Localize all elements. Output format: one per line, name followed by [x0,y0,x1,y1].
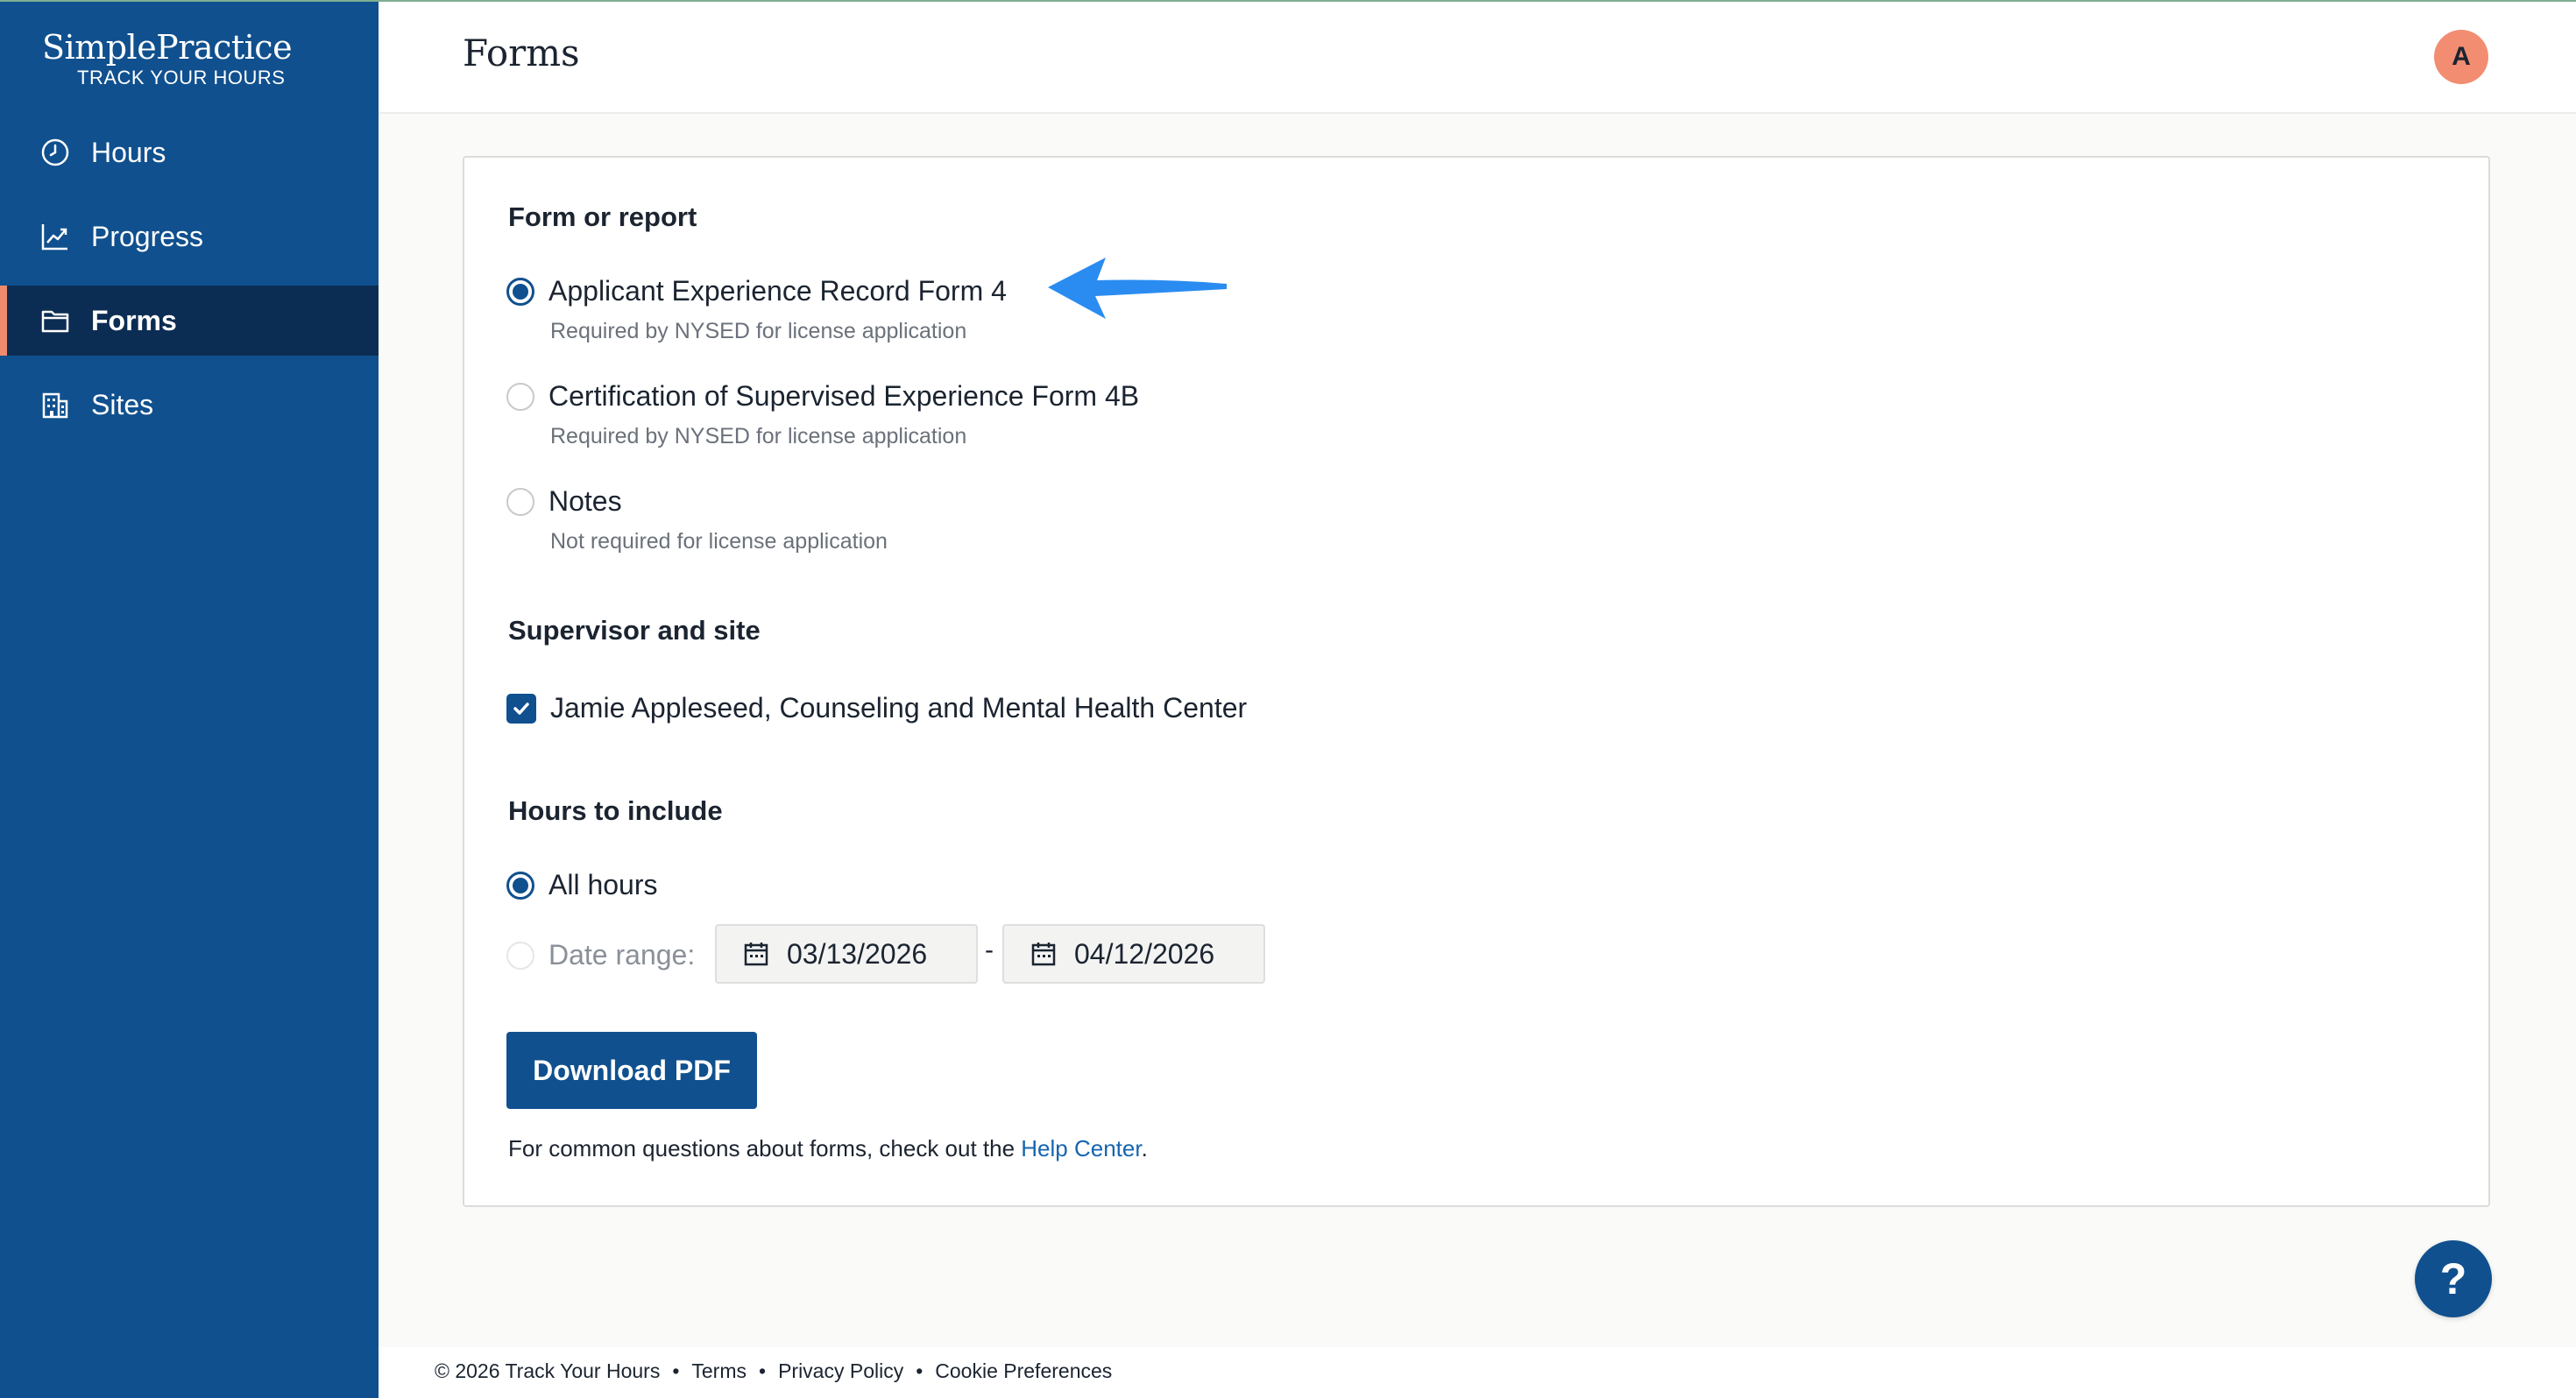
option-label: Notes [548,485,622,517]
sidebar-item-label: Progress [91,220,204,252]
sidebar-nav: Hours Progress Forms Sites [0,117,379,454]
sidebar: SimplePractice TRACK YOUR HOURS Hours Pr… [0,2,379,1398]
option-label: Certification of Supervised Experience F… [548,380,1140,412]
annotation-arrow-icon [1048,258,1227,319]
option-label: Date range: [548,939,696,971]
footer-link-terms[interactable]: Terms [691,1359,747,1383]
chart-line-icon [39,220,72,253]
radio-form-4b[interactable] [506,382,534,411]
user-avatar[interactable]: A [2434,30,2488,84]
page-header: Forms A [379,2,2576,114]
forms-card: Form or report Applicant Experience Reco… [463,156,2490,1207]
footer-copyright: © 2026 Track Your Hours [435,1359,661,1382]
option-label: Applicant Experience Record Form 4 [548,275,1007,307]
date-end-field[interactable]: 04/12/2026 [1002,924,1265,984]
help-button[interactable]: ? [2415,1240,2492,1317]
sidebar-item-sites[interactable]: Sites [0,370,379,440]
calendar-icon [743,941,769,967]
radio-all-hours[interactable] [506,871,534,900]
help-text: For common questions about forms, check … [508,1135,1148,1162]
date-end-value: 04/12/2026 [1074,937,1215,970]
building-icon [39,388,72,421]
option-date-range[interactable]: Date range: [506,939,695,971]
clock-icon [39,136,72,169]
brand-name: SimplePractice [42,28,293,67]
option-label: All hours [548,869,658,900]
option-description: Required by NYSED for license applicatio… [550,424,967,448]
footer: © 2026 Track Your Hours • Terms • Privac… [379,1347,2576,1398]
sidebar-item-label: Hours [91,136,166,168]
supervisor-checkbox[interactable] [506,693,536,724]
footer-separator: • [916,1359,924,1382]
date-start-value: 03/13/2026 [787,937,928,970]
footer-link-cookies[interactable]: Cookie Preferences [935,1359,1112,1383]
section-form-title: Form or report [508,201,697,232]
brand-subtitle: TRACK YOUR HOURS [77,67,286,88]
footer-separator: • [672,1359,680,1382]
help-text-prefix: For common questions about forms, check … [508,1135,1022,1161]
download-pdf-button[interactable]: Download PDF [506,1032,757,1109]
brand-logo[interactable]: SimplePractice TRACK YOUR HOURS [42,28,293,89]
option-description: Not required for license application [550,529,888,554]
section-supervisor-title: Supervisor and site [508,615,761,646]
page-title: Forms [463,32,580,74]
date-separator: - [985,936,994,964]
sidebar-item-progress[interactable]: Progress [0,201,379,272]
sidebar-item-hours[interactable]: Hours [0,117,379,187]
option-description: Required by NYSED for license applicatio… [550,319,967,343]
option-all-hours[interactable]: All hours [506,869,658,901]
radio-date-range[interactable] [506,941,534,970]
supervisor-option[interactable]: Jamie Appleseed, Counseling and Mental H… [506,692,1247,724]
footer-links: © 2026 Track Your Hours • Terms • Privac… [435,1359,1112,1383]
option-notes[interactable]: Notes [506,485,622,518]
radio-form-4[interactable] [506,277,534,306]
sidebar-item-forms[interactable]: Forms [0,286,379,356]
option-form-4b[interactable]: Certification of Supervised Experience F… [506,380,1139,413]
section-hours-title: Hours to include [508,795,723,826]
calendar-icon [1030,941,1057,967]
date-start-field[interactable]: 03/13/2026 [715,924,978,984]
option-form-4[interactable]: Applicant Experience Record Form 4 [506,275,1007,307]
check-icon [513,702,529,715]
folder-icon [39,304,72,337]
help-text-suffix: . [1141,1135,1148,1161]
radio-notes[interactable] [506,487,534,516]
sidebar-item-label: Forms [91,304,177,336]
footer-separator: • [759,1359,767,1382]
sidebar-item-label: Sites [91,388,154,420]
footer-link-privacy[interactable]: Privacy Policy [778,1359,903,1383]
help-center-link[interactable]: Help Center [1021,1135,1141,1161]
supervisor-label: Jamie Appleseed, Counseling and Mental H… [550,692,1248,724]
